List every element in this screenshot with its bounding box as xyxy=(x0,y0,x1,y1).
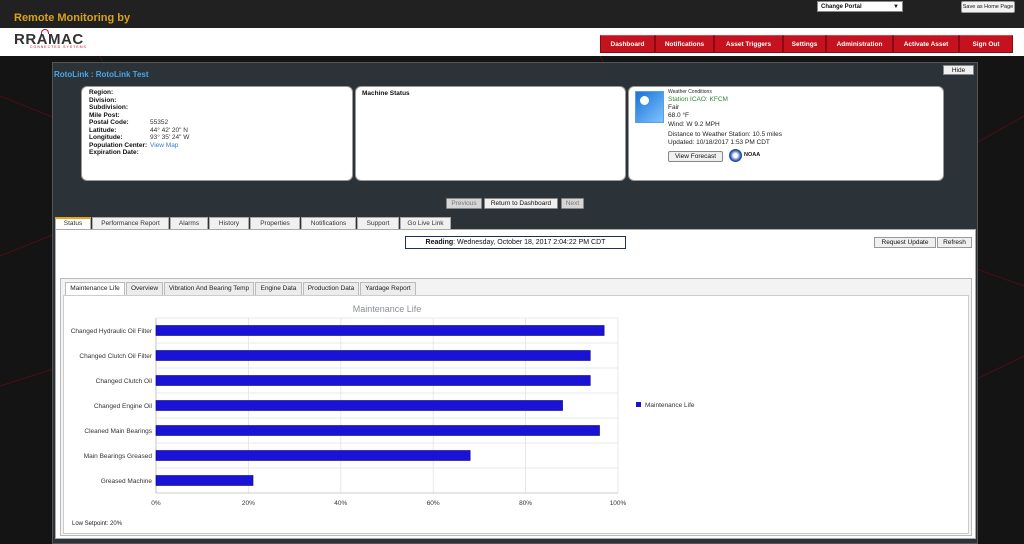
latitude-label: Latitude: xyxy=(89,127,117,134)
weather-title: Weather Conditions xyxy=(668,89,712,95)
bar xyxy=(155,400,563,411)
longitude-label: Longitude: xyxy=(89,134,123,141)
subtab-engine-data[interactable]: Engine Data xyxy=(255,282,302,295)
view-forecast-button[interactable]: View Forecast xyxy=(668,151,723,162)
subtab-overview[interactable]: Overview xyxy=(126,282,163,295)
chart-tabs: Maintenance Life Overview Vibration And … xyxy=(65,282,417,296)
division-label: Division: xyxy=(89,97,117,104)
location-info-card: Region: Division: Subdivision: Mile Post… xyxy=(81,86,353,181)
bar xyxy=(155,425,600,436)
save-home-page-button[interactable]: Save as Home Page xyxy=(961,1,1015,13)
y-tick-label: Changed Clutch Oil Filter xyxy=(79,353,152,360)
subtab-yardage-report[interactable]: Yardage Report xyxy=(360,282,416,295)
sun-icon xyxy=(635,91,664,123)
request-update-button[interactable]: Request Update xyxy=(874,237,936,248)
view-map-link[interactable]: View Map xyxy=(150,142,178,149)
nav-dashboard[interactable]: Dashboard xyxy=(600,35,655,53)
logo[interactable]: RRAMAC CONNECTED SYSTEMS xyxy=(14,29,94,50)
return-to-dashboard-button[interactable]: Return to Dashboard xyxy=(484,198,558,209)
next-button[interactable]: Next xyxy=(561,198,584,209)
weather-temperature: 68.0 °F xyxy=(668,112,690,119)
x-tick-label: 0% xyxy=(151,500,161,507)
machine-status-title: Machine Status xyxy=(362,90,410,97)
logo-tagline: CONNECTED SYSTEMS xyxy=(30,45,87,49)
region-label: Region: xyxy=(89,89,114,96)
y-tick-label: Changed Engine Oil xyxy=(94,403,153,410)
asset-tabs: Status Performance Report Alarms History… xyxy=(55,217,452,230)
y-tick-label: Changed Clutch Oil xyxy=(96,378,153,385)
noaa-logo: NOAA xyxy=(729,149,763,163)
app-title: Remote Monitoring by xyxy=(14,12,131,24)
legend-label: Maintenance Life xyxy=(645,402,695,409)
y-tick-label: Greased Machine xyxy=(101,478,153,485)
hide-button[interactable]: Hide xyxy=(943,65,974,75)
noaa-logo-text: NOAA xyxy=(744,152,761,158)
x-tick-label: 40% xyxy=(334,500,347,507)
weather-distance: Distance to Weather Station: 10.5 miles xyxy=(668,131,783,138)
tab-go-live-link[interactable]: Go Live Link xyxy=(400,217,451,229)
chart-svg: Maintenance Life 0% 20% 40% 60% 80% 100% Change… xyxy=(71,304,695,507)
reading-display: Reading: Wednesday, October 18, 2017 2:0… xyxy=(405,236,626,249)
nav-administration[interactable]: Administration xyxy=(826,35,893,53)
y-tick-label: Changed Hydraulic Oil Filter xyxy=(71,328,153,335)
weather-station: Station ICAO: KFCM xyxy=(668,96,728,103)
y-tick-label: Cleaned Main Bearings xyxy=(84,428,152,435)
x-tick-label: 80% xyxy=(519,500,532,507)
x-tick-label: 60% xyxy=(427,500,440,507)
chart-title: Maintenance Life xyxy=(353,304,422,314)
chart-panel: Maintenance Life Overview Vibration And … xyxy=(60,278,972,536)
bar xyxy=(155,450,471,461)
bar xyxy=(155,325,605,336)
postal-code-label: Postal Code: xyxy=(89,119,129,126)
mile-post-label: Mile Post: xyxy=(89,112,120,119)
chevron-down-icon: ▼ xyxy=(893,3,899,10)
longitude-value: 93° 35' 24" W xyxy=(150,134,190,141)
tab-support[interactable]: Support xyxy=(357,217,399,229)
maintenance-life-chart: Maintenance Life 0% 20% 40% 60% 80% 100% Change… xyxy=(63,295,969,534)
weather-condition: Fair xyxy=(668,104,680,111)
main-nav: Dashboard Notifications Asset Triggers S… xyxy=(600,35,1013,53)
nav-activate-asset[interactable]: Activate Asset xyxy=(893,35,959,53)
nav-sign-out[interactable]: Sign Out xyxy=(959,35,1013,53)
tab-notifications[interactable]: Notifications xyxy=(301,217,356,229)
y-tick-label: Main Bearings Greased xyxy=(84,453,153,460)
low-setpoint: Low Setpoint: 20% xyxy=(72,521,123,527)
subtab-vibration-bearing-temp[interactable]: Vibration And Bearing Temp xyxy=(164,282,254,295)
subtab-production-data[interactable]: Production Data xyxy=(303,282,359,295)
subdivision-label: Subdivision: xyxy=(89,104,128,111)
top-bar: Remote Monitoring by Change Portal ▼ Sav… xyxy=(0,0,1024,28)
weather-wind: Wind: W 9.2 MPH xyxy=(668,121,720,128)
reading-label: Reading xyxy=(425,239,454,246)
latitude-value: 44° 42' 20" N xyxy=(150,127,188,134)
status-content: Reading: Wednesday, October 18, 2017 2:0… xyxy=(55,229,976,539)
tab-history[interactable]: History xyxy=(209,217,249,229)
portal-select[interactable]: Change Portal ▼ xyxy=(817,1,903,12)
bar xyxy=(155,350,591,361)
nav-asset-triggers[interactable]: Asset Triggers xyxy=(714,35,783,53)
nav-notifications[interactable]: Notifications xyxy=(655,35,714,53)
page-title: RotoLink : RotoLink Test xyxy=(54,70,149,79)
reading-value: : Wednesday, October 18, 2017 2:04:22 PM… xyxy=(453,239,606,246)
portal-select-value: Change Portal xyxy=(821,3,862,10)
noaa-icon xyxy=(729,149,742,162)
refresh-button[interactable]: Refresh xyxy=(937,237,972,248)
previous-button[interactable]: Previous xyxy=(446,198,482,209)
legend-swatch xyxy=(636,402,641,407)
nav-settings[interactable]: Settings xyxy=(783,35,826,53)
tab-properties[interactable]: Properties xyxy=(250,217,300,229)
bar xyxy=(155,475,254,486)
postal-code-value: 55352 xyxy=(150,119,169,126)
expiration-date-label: Expiration Date: xyxy=(89,149,139,156)
tab-alarms[interactable]: Alarms xyxy=(170,217,208,229)
x-tick-label: 100% xyxy=(610,500,627,507)
bar xyxy=(155,375,591,386)
tab-performance-report[interactable]: Performance Report xyxy=(92,217,169,229)
weather-updated: Updated: 10/18/2017 1:53 PM CDT xyxy=(668,139,770,146)
x-tick-label: 20% xyxy=(242,500,255,507)
weather-card: Weather Conditions Station ICAO: KFCM Fa… xyxy=(628,86,944,181)
subtab-maintenance-life[interactable]: Maintenance Life xyxy=(65,282,125,296)
machine-status-card: Machine Status xyxy=(355,86,626,181)
population-center-label: Population Center: xyxy=(89,142,148,149)
